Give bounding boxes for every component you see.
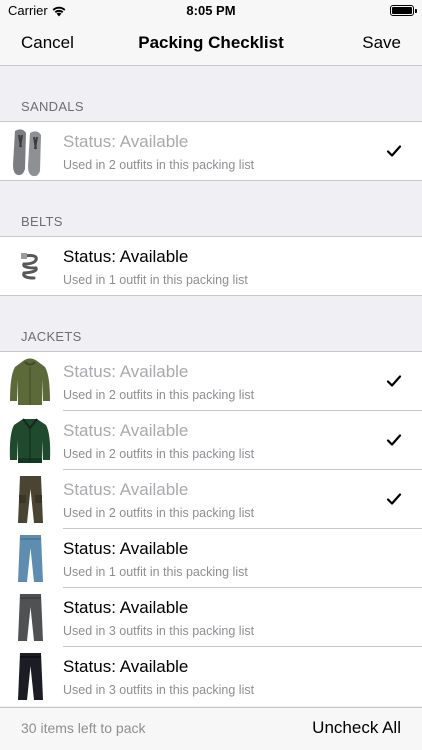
item-status: Status: Available <box>63 362 189 381</box>
sandals-icon <box>13 129 41 177</box>
items-left-label: 30 items left to pack <box>21 720 146 736</box>
item-usage: Used in 1 outfit in this packing list <box>63 273 248 287</box>
item-usage: Used in 2 outfits in this packing list <box>63 388 255 402</box>
section-header-sandals: SANDALS <box>0 66 422 122</box>
item-status: Status: Available <box>63 421 189 440</box>
checklist-row[interactable]: Status: Available Used in 2 outfits in t… <box>0 352 422 411</box>
clock: 8:05 PM <box>186 3 236 18</box>
checklist-row[interactable]: Status: Available Used in 2 outfits in t… <box>0 122 422 181</box>
item-usage: Used in 2 outfits in this packing list <box>63 158 255 172</box>
checkmark-icon <box>386 493 402 505</box>
checklist-row[interactable]: Status: Available Used in 1 outfit in th… <box>0 529 422 588</box>
cancel-button[interactable]: Cancel <box>21 33 74 53</box>
item-usage: Used in 2 outfits in this packing list <box>63 447 255 461</box>
section-header-jackets: JACKETS <box>0 296 422 352</box>
item-status: Status: Available <box>63 539 189 558</box>
item-status: Status: Available <box>63 132 189 151</box>
item-status: Status: Available <box>63 657 189 676</box>
section-title: JACKETS <box>21 329 82 344</box>
item-usage: Used in 1 outfit in this packing list <box>63 565 248 579</box>
checklist-row[interactable]: Status: Available Used in 3 outfits in t… <box>0 647 422 706</box>
bottom-toolbar: 30 items left to pack Uncheck All <box>0 707 422 750</box>
item-usage: Used in 3 outfits in this packing list <box>63 624 255 638</box>
navigation-bar: Cancel Packing Checklist Save <box>0 22 422 66</box>
section-header-belts: BELTS <box>0 181 422 237</box>
section-title: SANDALS <box>21 99 84 114</box>
section-title: BELTS <box>21 214 63 229</box>
status-bar: Carrier 8:05 PM <box>0 0 422 22</box>
checklist-table[interactable]: SANDALS Status: Available Used in 2 outf… <box>0 66 422 707</box>
checkmark-icon <box>386 434 402 446</box>
black-jeans-icon <box>18 653 43 700</box>
item-status: Status: Available <box>63 247 189 266</box>
item-status: Status: Available <box>63 598 189 617</box>
checkmark-icon <box>386 375 402 387</box>
checkmark-icon <box>386 145 402 157</box>
checklist-row[interactable]: Status: Available Used in 2 outfits in t… <box>0 411 422 470</box>
checklist-row[interactable]: Status: Available Used in 2 outfits in t… <box>0 470 422 529</box>
blue-jeans-icon <box>18 535 43 582</box>
grey-jeans-icon <box>18 594 43 641</box>
item-status: Status: Available <box>63 480 189 499</box>
item-usage: Used in 3 outfits in this packing list <box>63 683 255 697</box>
belt-icon <box>21 253 38 280</box>
checklist-row[interactable]: Status: Available Used in 3 outfits in t… <box>0 588 422 647</box>
item-usage: Used in 2 outfits in this packing list <box>63 506 255 520</box>
save-button[interactable]: Save <box>362 33 401 53</box>
olive-hoodie-icon <box>10 358 50 405</box>
battery-icon <box>390 5 417 16</box>
green-jacket-icon <box>9 418 51 463</box>
cargo-pants-icon <box>18 476 43 523</box>
uncheck-all-button[interactable]: Uncheck All <box>312 718 401 738</box>
checklist-row[interactable]: Status: Available Used in 1 outfit in th… <box>0 237 422 296</box>
